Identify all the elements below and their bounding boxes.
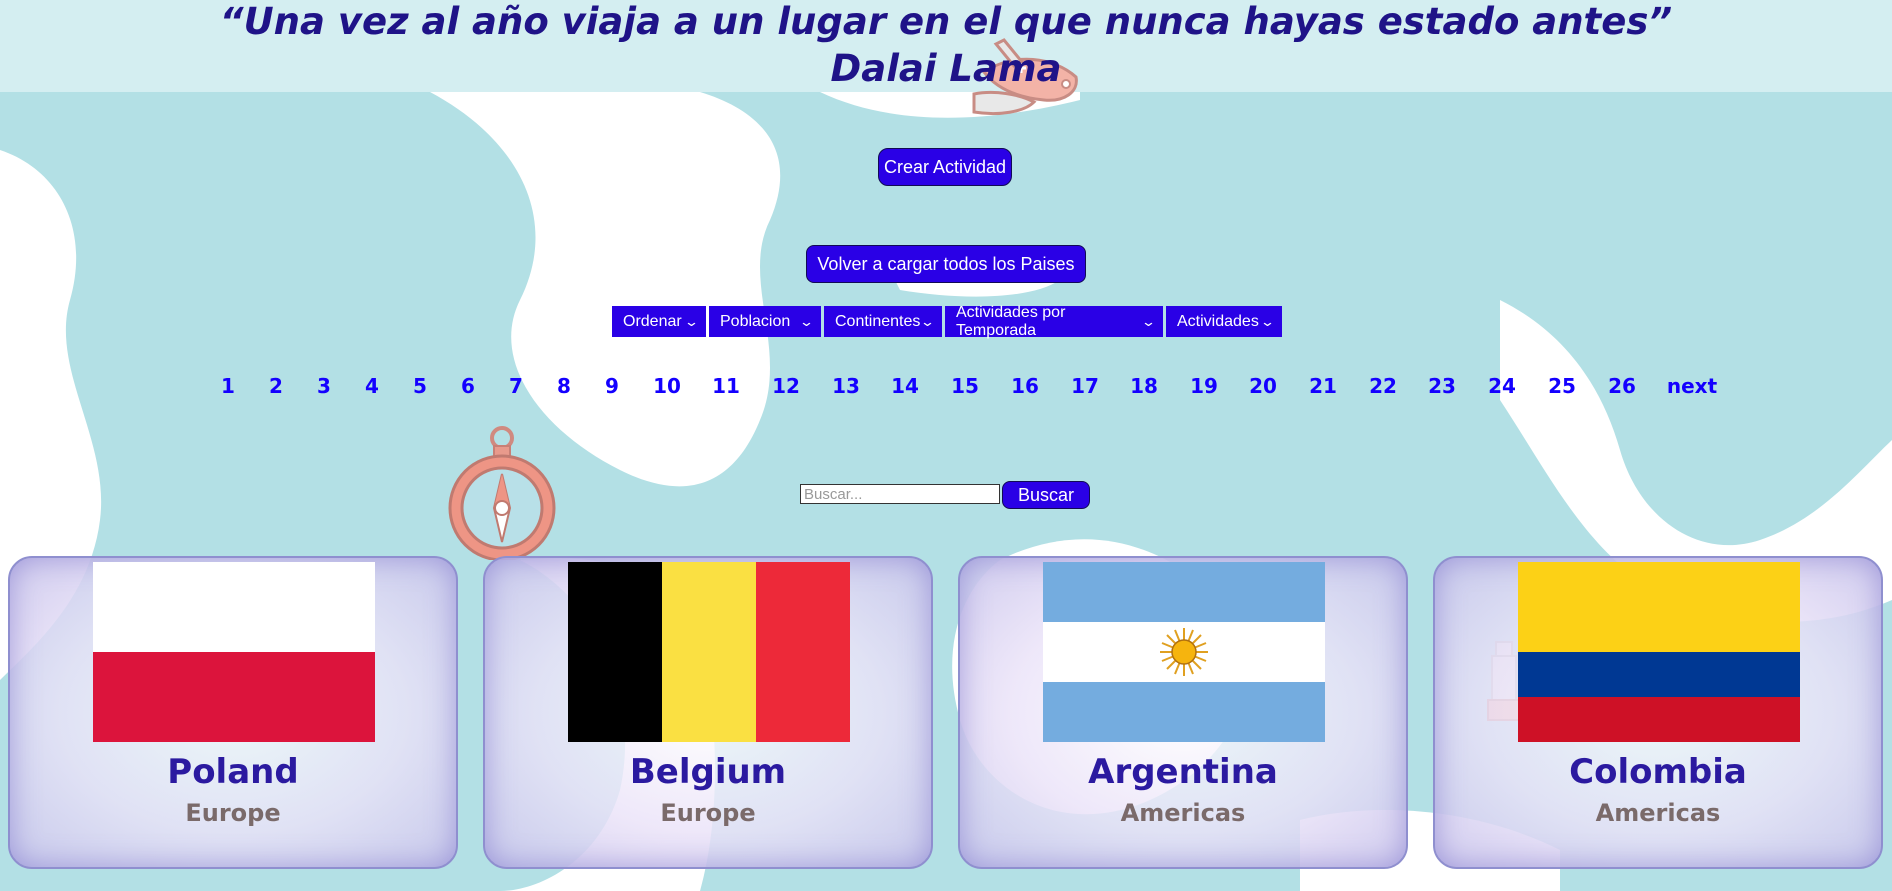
- page-link-26[interactable]: 26: [1608, 374, 1636, 398]
- order-select[interactable]: Ordenar ⌄: [612, 306, 706, 337]
- page-link-4[interactable]: 4: [365, 374, 379, 398]
- page-link-13[interactable]: 13: [832, 374, 860, 398]
- page-link-9[interactable]: 9: [605, 374, 619, 398]
- page-link-19[interactable]: 19: [1190, 374, 1218, 398]
- search-input[interactable]: [800, 484, 1000, 504]
- page-link-10[interactable]: 10: [653, 374, 681, 398]
- page-link-7[interactable]: 7: [509, 374, 523, 398]
- country-card-belgium[interactable]: Belgium Europe: [483, 556, 933, 869]
- country-name: Colombia: [1569, 752, 1747, 792]
- page-link-18[interactable]: 18: [1130, 374, 1158, 398]
- page-link-3[interactable]: 3: [317, 374, 331, 398]
- country-continent: Europe: [660, 799, 756, 827]
- flag-poland: [93, 562, 375, 742]
- page-link-23[interactable]: 23: [1428, 374, 1456, 398]
- pagination: 1 2 3 4 5 6 7 8 9 10 11 12 13 14 15 16 1…: [0, 374, 1892, 400]
- page-link-20[interactable]: 20: [1249, 374, 1277, 398]
- page-link-next[interactable]: next: [1667, 374, 1717, 398]
- country-continent: Americas: [1595, 799, 1721, 827]
- page-link-6[interactable]: 6: [461, 374, 475, 398]
- continents-select[interactable]: Continentes ⌄: [824, 306, 942, 337]
- chevron-down-icon: ⌄: [1140, 313, 1157, 329]
- flag-colombia: [1518, 562, 1800, 742]
- page-link-16[interactable]: 16: [1011, 374, 1039, 398]
- search-button[interactable]: Buscar: [1002, 481, 1090, 509]
- page-link-12[interactable]: 12: [772, 374, 800, 398]
- population-select[interactable]: Poblacion ⌄: [709, 306, 821, 337]
- flag-belgium: [568, 562, 850, 742]
- country-card-poland[interactable]: Poland Europe: [8, 556, 458, 869]
- filter-bar: Ordenar ⌄ Poblacion ⌄ Continentes ⌄ Acti…: [612, 303, 1282, 339]
- country-name: Argentina: [1088, 752, 1278, 792]
- page-link-21[interactable]: 21: [1309, 374, 1337, 398]
- page-link-22[interactable]: 22: [1369, 374, 1397, 398]
- reload-all-countries-button[interactable]: Volver a cargar todos los Paises: [806, 245, 1086, 283]
- page-link-1[interactable]: 1: [221, 374, 235, 398]
- chevron-down-icon: ⌄: [683, 313, 700, 329]
- flag-argentina: [1043, 562, 1325, 742]
- activities-select-label: Actividades: [1177, 312, 1259, 330]
- order-select-label: Ordenar: [623, 312, 682, 330]
- chevron-down-icon: ⌄: [1259, 313, 1276, 329]
- country-continent: Europe: [185, 799, 281, 827]
- activities-select[interactable]: Actividades ⌄: [1166, 306, 1282, 337]
- page-link-15[interactable]: 15: [951, 374, 979, 398]
- country-name: Belgium: [629, 752, 787, 792]
- season-activities-select-label: Actividades por Temporada: [956, 303, 1066, 339]
- population-select-label: Poblacion: [720, 312, 791, 330]
- quote-text: “Una vez al año viaja a un lugar en el q…: [219, 0, 1673, 43]
- create-activity-button[interactable]: Crear Actividad: [878, 148, 1012, 186]
- country-card-argentina[interactable]: Argentina Americas: [958, 556, 1408, 869]
- page-link-14[interactable]: 14: [891, 374, 919, 398]
- page-link-11[interactable]: 11: [712, 374, 740, 398]
- country-card-colombia[interactable]: Colombia Americas: [1433, 556, 1883, 869]
- chevron-down-icon: ⌄: [919, 313, 936, 329]
- page-link-5[interactable]: 5: [413, 374, 427, 398]
- page-link-24[interactable]: 24: [1488, 374, 1516, 398]
- continents-select-label: Continentes: [835, 312, 921, 330]
- page-link-2[interactable]: 2: [269, 374, 283, 398]
- chevron-down-icon: ⌄: [798, 313, 815, 329]
- season-activities-select[interactable]: Actividades por Temporada ⌄: [945, 303, 1163, 339]
- page-link-25[interactable]: 25: [1548, 374, 1576, 398]
- page-link-8[interactable]: 8: [557, 374, 571, 398]
- country-continent: Americas: [1120, 799, 1246, 827]
- country-name: Poland: [167, 752, 299, 792]
- page-link-17[interactable]: 17: [1071, 374, 1099, 398]
- quote-author: Dalai Lama: [830, 47, 1062, 90]
